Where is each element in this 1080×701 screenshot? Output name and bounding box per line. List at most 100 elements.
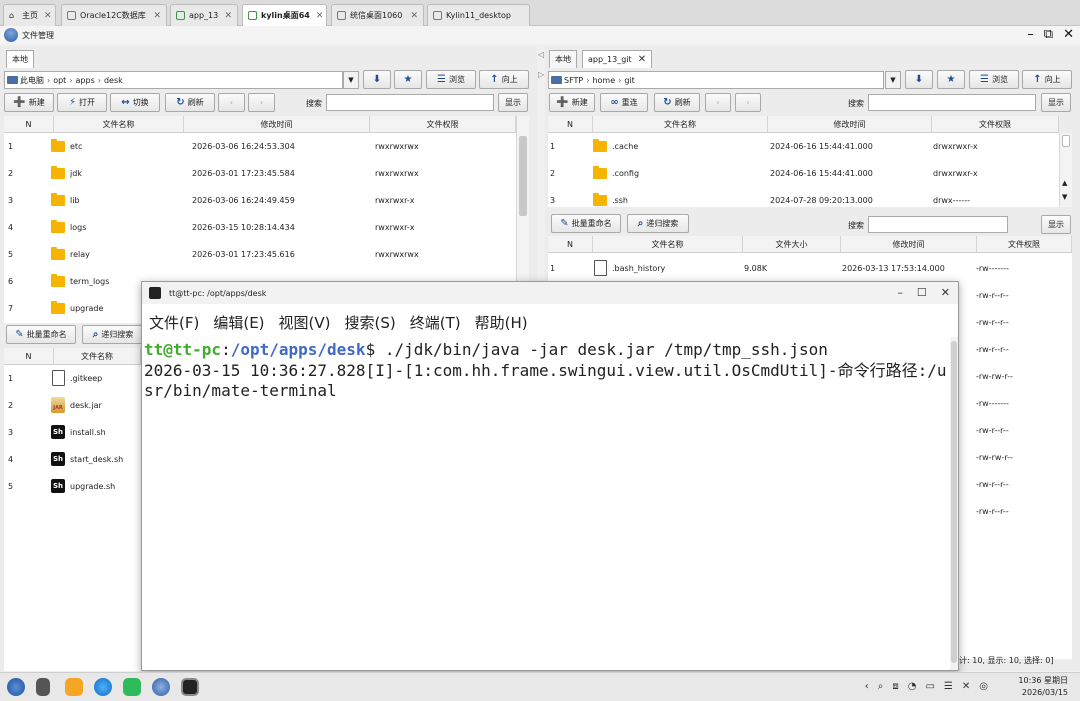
restore-icon[interactable]: ⧉	[1044, 27, 1053, 42]
table-row[interactable]: 4 logs 2026-03-15 10:28:14.434 rwxrwxr-x	[4, 214, 516, 241]
search-input[interactable]	[326, 94, 494, 111]
scroll-down-icon[interactable]: ▼	[1062, 193, 1067, 201]
column-time[interactable]: 修改时间	[768, 116, 932, 133]
clock[interactable]: 10:36 星期日 2026/03/15	[1018, 675, 1068, 699]
download-button[interactable]: ⬇	[905, 70, 933, 89]
tray-expand-icon[interactable]: ‹	[865, 681, 869, 692]
column-n[interactable]: N	[4, 116, 54, 133]
volume-icon[interactable]: ◔	[908, 681, 917, 692]
recursive-search-button[interactable]: ⌕ 递归搜索	[82, 325, 144, 344]
close-icon[interactable]: ✕	[147, 11, 161, 21]
breadcrumb-item[interactable]: opt	[53, 76, 66, 85]
close-icon[interactable]: ✕	[941, 286, 950, 299]
favorite-button[interactable]: ★	[937, 70, 965, 89]
column-name[interactable]: 文件名称	[593, 236, 743, 253]
breadcrumb-item[interactable]: SFTP	[564, 76, 583, 85]
column-name[interactable]: 文件名称	[54, 116, 184, 133]
column-size[interactable]: 文件大小	[743, 236, 841, 253]
browse-button[interactable]: ☰ 浏览	[969, 70, 1019, 89]
menu-terminal[interactable]: 终端(T)	[410, 312, 461, 333]
table-row[interactable]: 5 Sh upgrade.sh	[4, 473, 141, 500]
menu-file[interactable]: 文件(F)	[149, 312, 199, 333]
close-icon[interactable]: ✕	[1063, 27, 1074, 42]
menu-help[interactable]: 帮助(H)	[475, 312, 528, 333]
column-perm[interactable]: 文件权限	[977, 236, 1072, 253]
table-row[interactable]: 1 .gitkeep	[4, 365, 141, 392]
table-row[interactable]: 2 .config 2024-06-16 15:44:41.000 drwxrw…	[548, 160, 1059, 187]
close-icon[interactable]: ✕	[404, 11, 418, 21]
splitter-icon[interactable]: ◁	[538, 50, 544, 59]
close-icon[interactable]: ✕	[218, 11, 232, 21]
forward-button[interactable]: ›	[735, 93, 761, 112]
chat-icon[interactable]	[123, 678, 141, 696]
breadcrumb-item[interactable]: desk	[104, 76, 123, 85]
new-button[interactable]: ➕ 新建	[549, 93, 595, 112]
search-input[interactable]	[868, 94, 1036, 111]
table-row[interactable]: 4 Sh start_desk.sh	[4, 446, 141, 473]
bluetooth-icon[interactable]: ✕	[962, 681, 970, 692]
batch-rename-button[interactable]: ✎ 批量重命名	[551, 214, 621, 233]
terminal-titlebar[interactable]: tt@tt-pc: /opt/apps/desk – ☐ ✕	[142, 282, 958, 304]
open-button[interactable]: ⚡ 打开	[57, 93, 107, 112]
splitter-icon[interactable]: ▷	[538, 70, 544, 79]
forward-button[interactable]: ›	[248, 93, 275, 112]
table-row[interactable]: 2 JAR desk.jar	[4, 392, 141, 419]
menu-edit[interactable]: 编辑(E)	[213, 312, 264, 333]
refresh-button[interactable]: ↻ 刷新	[654, 93, 700, 112]
breadcrumb-item[interactable]: apps	[76, 76, 95, 85]
download-button[interactable]: ⬇	[363, 70, 391, 89]
show-button[interactable]: 显示	[498, 93, 528, 112]
right-scrollbar[interactable]: ▲ ▼	[1059, 133, 1072, 207]
notification-icon[interactable]: ◎	[979, 681, 988, 692]
column-n[interactable]: N	[548, 116, 593, 133]
tab-app13-git[interactable]: app_13_git ✕	[582, 50, 653, 68]
network-icon[interactable]: ☰	[944, 681, 953, 692]
tab-kylin11[interactable]: Kylin11_desktop	[427, 4, 530, 26]
tab-oracle[interactable]: Oracle12C数据库 ✕	[61, 4, 167, 26]
table-row[interactable]: 1 etc 2026-03-06 16:24:53.304 rwxrwxrwx	[4, 133, 516, 160]
column-n[interactable]: N	[4, 348, 54, 365]
column-name[interactable]: 文件名称	[593, 116, 768, 133]
column-time[interactable]: 修改时间	[184, 116, 370, 133]
table-row[interactable]: 2 jdk 2026-03-01 17:23:45.584 rwxrwxrwx	[4, 160, 516, 187]
tab-local-right[interactable]: 本地	[549, 50, 577, 68]
tab-tongxin[interactable]: 统信桌面1060 ✕	[331, 4, 424, 26]
minimize-icon[interactable]: –	[1027, 27, 1034, 42]
maximize-icon[interactable]: ☐	[917, 286, 927, 299]
kylin-start-icon[interactable]	[7, 678, 25, 696]
table-row[interactable]: 3 .ssh 2024-07-28 09:20:13.000 drwx-----…	[548, 187, 1059, 207]
reconnect-button[interactable]: ∞ 重连	[600, 93, 648, 112]
up-button[interactable]: ↑ 向上	[479, 70, 529, 89]
back-button[interactable]: ‹	[218, 93, 245, 112]
menu-search[interactable]: 搜索(S)	[345, 312, 396, 333]
path-dropdown[interactable]: ▼	[885, 71, 901, 89]
batch-rename-button[interactable]: ✎ 批量重命名	[6, 325, 76, 344]
close-icon[interactable]: ✕	[638, 54, 646, 65]
app-store-icon[interactable]	[65, 678, 83, 696]
breadcrumb-item[interactable]: 此电脑	[20, 75, 44, 86]
recursive-search-button[interactable]: ⌕ 递归搜索	[627, 214, 689, 233]
column-n[interactable]: N	[548, 236, 593, 253]
search-input[interactable]	[868, 216, 1008, 233]
tab-app13[interactable]: app_13 ✕	[170, 4, 238, 26]
battery-icon[interactable]: ▭	[925, 681, 934, 692]
close-icon[interactable]: ✕	[38, 11, 52, 21]
browser-icon[interactable]	[94, 678, 112, 696]
clipboard-icon[interactable]: ⧈	[892, 681, 898, 692]
tab-home[interactable]: ⌂ 主页 ✕	[3, 4, 56, 26]
close-icon[interactable]: ✕	[310, 11, 324, 21]
menu-view[interactable]: 视图(V)	[279, 312, 331, 333]
tab-kylin64[interactable]: kylin桌面64 ✕	[242, 4, 327, 26]
right-path-bar[interactable]: SFTP › home › git	[548, 71, 884, 89]
path-dropdown[interactable]: ▼	[343, 71, 359, 89]
tab-local-left[interactable]: 本地	[6, 50, 34, 68]
table-row[interactable]: 3 lib 2026-03-06 16:24:49.459 rwxrwxr-x	[4, 187, 516, 214]
table-row[interactable]: 1 .bash_history 9.08K 2026-03-13 17:53:1…	[548, 255, 1072, 282]
show-button[interactable]: 显示	[1041, 215, 1071, 234]
switch-button[interactable]: ↔ 切换	[110, 93, 160, 112]
scroll-up-icon[interactable]: ▲	[1062, 179, 1067, 187]
terminal-icon[interactable]	[181, 678, 199, 696]
column-name[interactable]: 文件名称	[54, 348, 141, 365]
left-path-bar[interactable]: 此电脑 › opt › apps › desk	[4, 71, 343, 89]
breadcrumb-item[interactable]: home	[592, 76, 615, 85]
